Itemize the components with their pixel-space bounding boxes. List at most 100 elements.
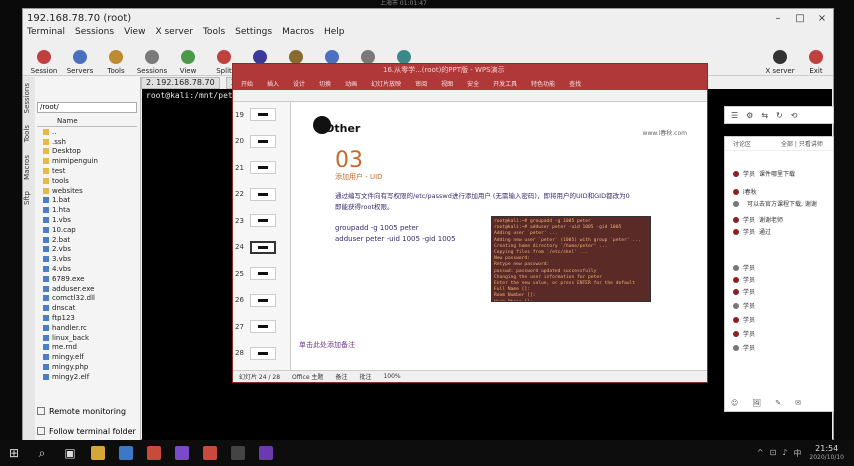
chat-footer-icon[interactable]: ✉ <box>795 399 801 407</box>
status-item[interactable]: Office 主题 <box>292 372 323 381</box>
tray-icon[interactable]: ♪ <box>782 448 787 459</box>
remote-monitoring-toggle[interactable]: Remote monitoring <box>37 401 137 421</box>
taskbar-ppt-icon[interactable] <box>196 440 224 466</box>
file-row[interactable]: mingy2.elf <box>37 372 137 382</box>
ppt-ribbon-tab[interactable]: 开始 <box>241 79 253 88</box>
close-button[interactable]: × <box>811 13 833 24</box>
slide-thumbnail[interactable]: 28 <box>235 346 276 360</box>
status-item[interactable]: 100% <box>383 373 400 380</box>
chat-footer-icon[interactable]: ☺ <box>731 399 738 407</box>
minimize-button[interactable]: – <box>767 13 789 24</box>
slide-canvas[interactable]: Other www.i春秋.com 03 添加用户 - UID 通过编写文件向有… <box>295 104 705 344</box>
file-row[interactable]: adduser.exe <box>37 284 137 294</box>
file-row[interactable]: .ssh <box>37 137 137 147</box>
taskbar-vs-icon[interactable] <box>252 440 280 466</box>
taskbar-task-view-icon[interactable]: ▣ <box>56 440 84 466</box>
toolbar-view-button[interactable]: View <box>171 40 205 75</box>
file-row[interactable]: me.rnd <box>37 343 137 353</box>
vtab-tools[interactable]: Tools <box>23 119 31 148</box>
ppt-ribbon-tab[interactable]: 幻灯片放映 <box>371 79 401 88</box>
status-item[interactable]: 批注 <box>359 372 371 381</box>
file-row[interactable]: dnscat <box>37 303 137 313</box>
file-row[interactable]: 10.cap <box>37 225 137 235</box>
file-row[interactable]: 1.vbs <box>37 215 137 225</box>
taskbar-media-icon[interactable] <box>168 440 196 466</box>
maximize-button[interactable]: □ <box>789 13 811 24</box>
taskbar-start-icon[interactable]: ⊞ <box>0 440 28 466</box>
menu-terminal[interactable]: Terminal <box>27 27 65 40</box>
ppt-ribbon-tab[interactable]: 特色功能 <box>531 79 555 88</box>
file-row[interactable]: handler.rc <box>37 323 137 333</box>
menu-macros[interactable]: Macros <box>282 27 314 40</box>
file-row[interactable]: test <box>37 166 137 176</box>
slide-thumbnail[interactable]: 27 <box>235 320 276 333</box>
vtab-sessions[interactable]: Sessions <box>23 77 31 119</box>
ppt-ribbon-tab[interactable]: 动画 <box>345 79 357 88</box>
ppt-ribbon-tab[interactable]: 开发工具 <box>493 79 517 88</box>
session-tab[interactable]: 2. 192.168.78.70 <box>141 77 220 89</box>
chat-footer-icon[interactable]: ✎ <box>775 399 781 407</box>
taskbar-explorer-icon[interactable] <box>84 440 112 466</box>
slide-thumbnail[interactable]: 21 <box>235 161 276 174</box>
file-row[interactable]: 4.vbs <box>37 264 137 274</box>
file-row[interactable]: comctl32.dll <box>37 294 137 304</box>
menu-tools[interactable]: Tools <box>203 27 225 40</box>
menu-view[interactable]: View <box>124 27 145 40</box>
file-row[interactable]: 3.vbs <box>37 254 137 264</box>
clock[interactable]: 21:54 2020/10/10 <box>809 444 844 462</box>
ppt-ribbon-tab[interactable]: 查找 <box>569 79 581 88</box>
menu-sessions[interactable]: Sessions <box>75 27 114 40</box>
slide-thumbnail[interactable]: 22 <box>235 187 276 201</box>
toolbar-x-server-button[interactable]: X server <box>763 40 797 75</box>
file-row[interactable]: mingy.elf <box>37 352 137 362</box>
file-row[interactable]: 1.bat <box>37 196 137 206</box>
follow-folder-checkbox[interactable]: Follow terminal folder <box>37 421 137 441</box>
ppt-ribbon-tab[interactable]: 切换 <box>319 79 331 88</box>
toolbar-session-button[interactable]: Session <box>27 40 61 75</box>
ppt-ribbon-tab[interactable]: 插入 <box>267 79 279 88</box>
file-row[interactable]: mingy.php <box>37 362 137 372</box>
vtab-sftp[interactable]: Sftp <box>23 185 31 211</box>
file-row[interactable]: 2.bat <box>37 235 137 245</box>
tray-icon[interactable]: ⊡ <box>770 448 777 459</box>
ppt-ribbon-tab[interactable]: 视图 <box>441 79 453 88</box>
file-row[interactable]: mimipenguin <box>37 156 137 166</box>
file-row[interactable]: tools <box>37 176 137 186</box>
name-column-header[interactable]: Name <box>37 117 137 127</box>
file-row[interactable]: 1.hta <box>37 205 137 215</box>
ppt-ribbon-tab[interactable]: 设计 <box>293 79 305 88</box>
toolbar-sessions-button[interactable]: Sessions <box>135 40 169 75</box>
menu-help[interactable]: Help <box>324 27 345 40</box>
path-field[interactable]: /root/ <box>37 102 137 113</box>
file-row[interactable]: 2.vbs <box>37 245 137 255</box>
taskbar-ie-icon[interactable] <box>112 440 140 466</box>
vtab-macros[interactable]: Macros <box>23 149 31 186</box>
file-row[interactable]: linux_back <box>37 333 137 343</box>
notes-placeholder[interactable]: 单击此处添加备注 <box>299 340 355 350</box>
file-row[interactable]: websites <box>37 186 137 196</box>
chat-tool-icon[interactable]: ↻ <box>776 111 783 120</box>
tray-icon[interactable]: 中 <box>793 448 801 459</box>
chat-filter[interactable]: 全部 | 只看讲师 <box>781 139 823 148</box>
slide-thumbnail[interactable]: 23 <box>235 214 276 227</box>
toolbar-servers-button[interactable]: Servers <box>63 40 97 75</box>
chat-tool-icon[interactable]: ⇆ <box>761 111 768 120</box>
slide-thumbnail[interactable]: 24 <box>235 240 276 254</box>
menu-settings[interactable]: Settings <box>235 27 272 40</box>
file-row[interactable]: ftp123 <box>37 313 137 323</box>
status-item[interactable]: 备注 <box>335 372 347 381</box>
menu-x-server[interactable]: X server <box>155 27 193 40</box>
toolbar-exit-button[interactable]: Exit <box>799 40 833 75</box>
slide-thumbnail[interactable]: 26 <box>235 293 276 307</box>
chat-tool-icon[interactable]: ☰ <box>731 111 738 120</box>
slide-thumbnail[interactable]: 20 <box>235 134 276 148</box>
file-row[interactable]: Desktop <box>37 147 137 157</box>
slide-thumbnail[interactable]: 25 <box>235 267 276 280</box>
ppt-ribbon-tab[interactable]: 安全 <box>467 79 479 88</box>
taskbar-search-icon[interactable]: ⌕ <box>28 440 56 466</box>
taskbar-terminal-icon[interactable] <box>224 440 252 466</box>
file-row[interactable]: 6789.exe <box>37 274 137 284</box>
file-row[interactable]: .. <box>37 127 137 137</box>
chat-footer-icon[interactable]: 🖼 <box>752 399 761 407</box>
toolbar-tools-button[interactable]: Tools <box>99 40 133 75</box>
